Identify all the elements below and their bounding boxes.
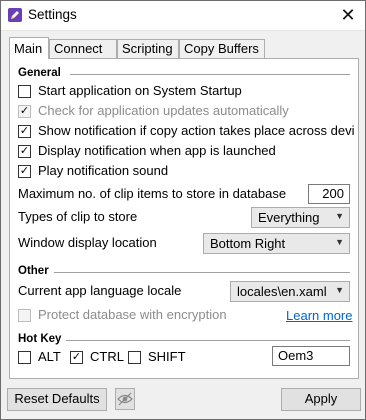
- hotkey-value: Oem3: [278, 348, 314, 363]
- shift-label: SHIFT: [148, 349, 186, 364]
- alt-checkbox[interactable]: [18, 351, 31, 364]
- reset-defaults-label: Reset Defaults: [14, 391, 100, 406]
- chevron-down-icon: ▼: [335, 211, 344, 221]
- hotkey-heading: Hot Key: [18, 333, 62, 345]
- ctrl-label: CTRL: [90, 349, 124, 364]
- launch-notification-label: Display notification when app is launche…: [38, 143, 276, 158]
- max-clip-label: Maximum no. of clip items to store in da…: [18, 186, 287, 201]
- apply-button[interactable]: Apply: [281, 388, 361, 411]
- close-button[interactable]: ✕: [331, 1, 365, 30]
- tab-label: Main: [14, 41, 43, 56]
- tab-scripting[interactable]: Scripting: [117, 39, 179, 58]
- eye-slash-icon: [117, 392, 133, 406]
- tab-connect[interactable]: Connect: [49, 39, 117, 58]
- tab-label: Connect: [54, 41, 103, 56]
- startup-label: Start application on System Startup: [38, 83, 242, 98]
- section-divider: [54, 272, 350, 273]
- chevron-down-icon: ▼: [335, 285, 344, 295]
- startup-checkbox[interactable]: [18, 85, 31, 98]
- learn-more-link[interactable]: Learn more: [286, 308, 352, 323]
- tab-copy-buffers[interactable]: Copy Buffers: [179, 39, 265, 58]
- copy-notification-label: Show notification if copy action takes p…: [38, 123, 355, 138]
- copy-notification-checkbox[interactable]: [18, 125, 31, 138]
- clip-types-dropdown[interactable]: Everything ▼: [251, 207, 350, 228]
- apply-label: Apply: [304, 391, 338, 406]
- auto-update-checkbox: [18, 105, 31, 118]
- notification-sound-checkbox[interactable]: [18, 165, 31, 178]
- tab-label: Scripting: [122, 41, 173, 56]
- main-tab-panel: General Start application on System Star…: [9, 58, 359, 379]
- title-bar: Settings ✕: [1, 1, 365, 31]
- tab-main[interactable]: Main: [9, 37, 49, 59]
- locale-dropdown[interactable]: locales\en.xaml ▼: [230, 281, 350, 302]
- encryption-label: Protect database with encryption: [38, 307, 227, 322]
- hidden-toggle-button[interactable]: [115, 388, 135, 410]
- window-location-value: Bottom Right: [210, 236, 286, 251]
- settings-window: Settings ✕ Main Connect Scripting Copy B…: [0, 0, 366, 420]
- launch-notification-checkbox[interactable]: [18, 145, 31, 158]
- max-clip-value: 200: [322, 186, 344, 201]
- shift-checkbox[interactable]: [128, 351, 141, 364]
- window-location-label: Window display location: [18, 235, 157, 250]
- auto-update-label: Check for application updates automatica…: [38, 103, 289, 118]
- chevron-down-icon: ▼: [335, 237, 344, 247]
- settings-pencil-icon: [8, 8, 22, 22]
- other-heading: Other: [18, 265, 49, 277]
- hotkey-input[interactable]: Oem3: [272, 346, 350, 366]
- window-title: Settings: [28, 7, 77, 22]
- section-divider: [70, 74, 350, 75]
- notification-sound-label: Play notification sound: [38, 163, 169, 178]
- section-divider: [66, 340, 350, 341]
- ctrl-checkbox[interactable]: [70, 351, 83, 364]
- clip-types-value: Everything: [258, 210, 320, 225]
- locale-label: Current app language locale: [18, 283, 182, 298]
- locale-value: locales\en.xaml: [237, 284, 327, 299]
- reset-defaults-button[interactable]: Reset Defaults: [7, 388, 107, 411]
- encryption-checkbox: [18, 309, 31, 322]
- tab-label: Copy Buffers: [184, 41, 259, 56]
- max-clip-input[interactable]: 200: [308, 184, 350, 204]
- close-icon: ✕: [340, 5, 356, 25]
- clip-types-label: Types of clip to store: [18, 209, 138, 224]
- window-location-dropdown[interactable]: Bottom Right ▼: [203, 233, 350, 254]
- general-heading: General: [18, 67, 61, 79]
- alt-label: ALT: [38, 349, 61, 364]
